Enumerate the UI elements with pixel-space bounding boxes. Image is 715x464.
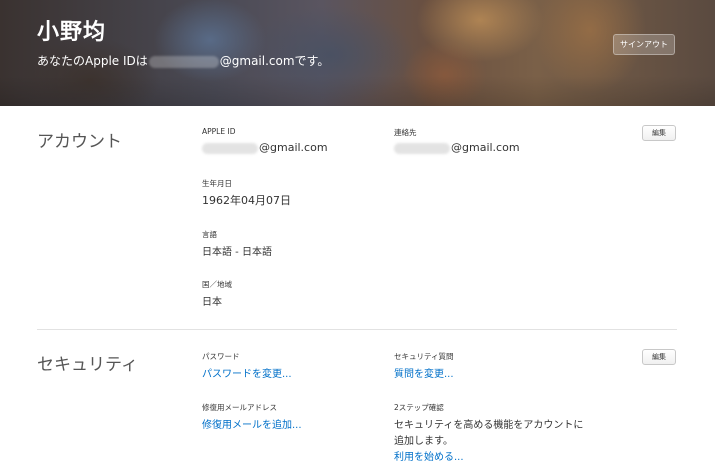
redacted-email (394, 142, 450, 154)
apple-id-summary: あなたのApple IDは @gmail.comです。 (37, 52, 329, 69)
apple-id-label: APPLE ID (202, 127, 236, 136)
rescue-email-label: 修復用メールアドレス (202, 403, 277, 412)
birthday-label: 生年月日 (202, 179, 232, 188)
security-section-title: セキュリティ (37, 355, 138, 375)
start-two-step-link[interactable]: 利用を始める... (394, 448, 464, 463)
redacted-email (202, 142, 258, 154)
password-label: パスワード (202, 352, 240, 361)
language-label: 言語 (202, 230, 217, 239)
contact-value: @gmail.com (394, 141, 520, 154)
contact-domain: @gmail.com (451, 141, 520, 154)
change-password-link[interactable]: パスワードを変更... (202, 365, 292, 380)
security-questions-label: セキュリティ質問 (394, 352, 454, 361)
country-label: 国／地域 (202, 280, 232, 289)
header-shade (0, 76, 715, 106)
apple-id-value: @gmail.com (202, 141, 328, 154)
apple-id-domain: @gmail.com (259, 141, 328, 154)
two-step-description-line2: 追加します。 (394, 436, 453, 447)
profile-header: 小野均 あなたのApple IDは @gmail.comです。 サインアウト (0, 0, 715, 106)
two-step-description-line1: セキュリティを高める機能をアカウントに (394, 420, 584, 431)
redacted-email (148, 55, 219, 68)
language-value: 日本語 - 日本語 (202, 247, 272, 258)
security-edit-button[interactable]: 編集 (642, 349, 676, 365)
user-name: 小野均 (37, 20, 107, 45)
account-section-title: アカウント (37, 132, 122, 152)
apple-id-suffix: @gmail.comです。 (219, 54, 330, 68)
two-step-label: 2ステップ確認 (394, 403, 444, 412)
contact-label: 連絡先 (394, 128, 417, 137)
account-edit-button[interactable]: 編集 (642, 125, 676, 141)
add-rescue-email-link[interactable]: 修復用メールを追加... (202, 416, 302, 431)
change-questions-link[interactable]: 質問を変更... (394, 365, 454, 380)
birthday-value: 1962年04月07日 (202, 194, 291, 207)
apple-id-prefix: あなたのApple IDは (37, 54, 148, 68)
signout-button[interactable]: サインアウト (613, 34, 675, 55)
country-value: 日本 (202, 297, 222, 308)
section-divider (37, 329, 677, 330)
